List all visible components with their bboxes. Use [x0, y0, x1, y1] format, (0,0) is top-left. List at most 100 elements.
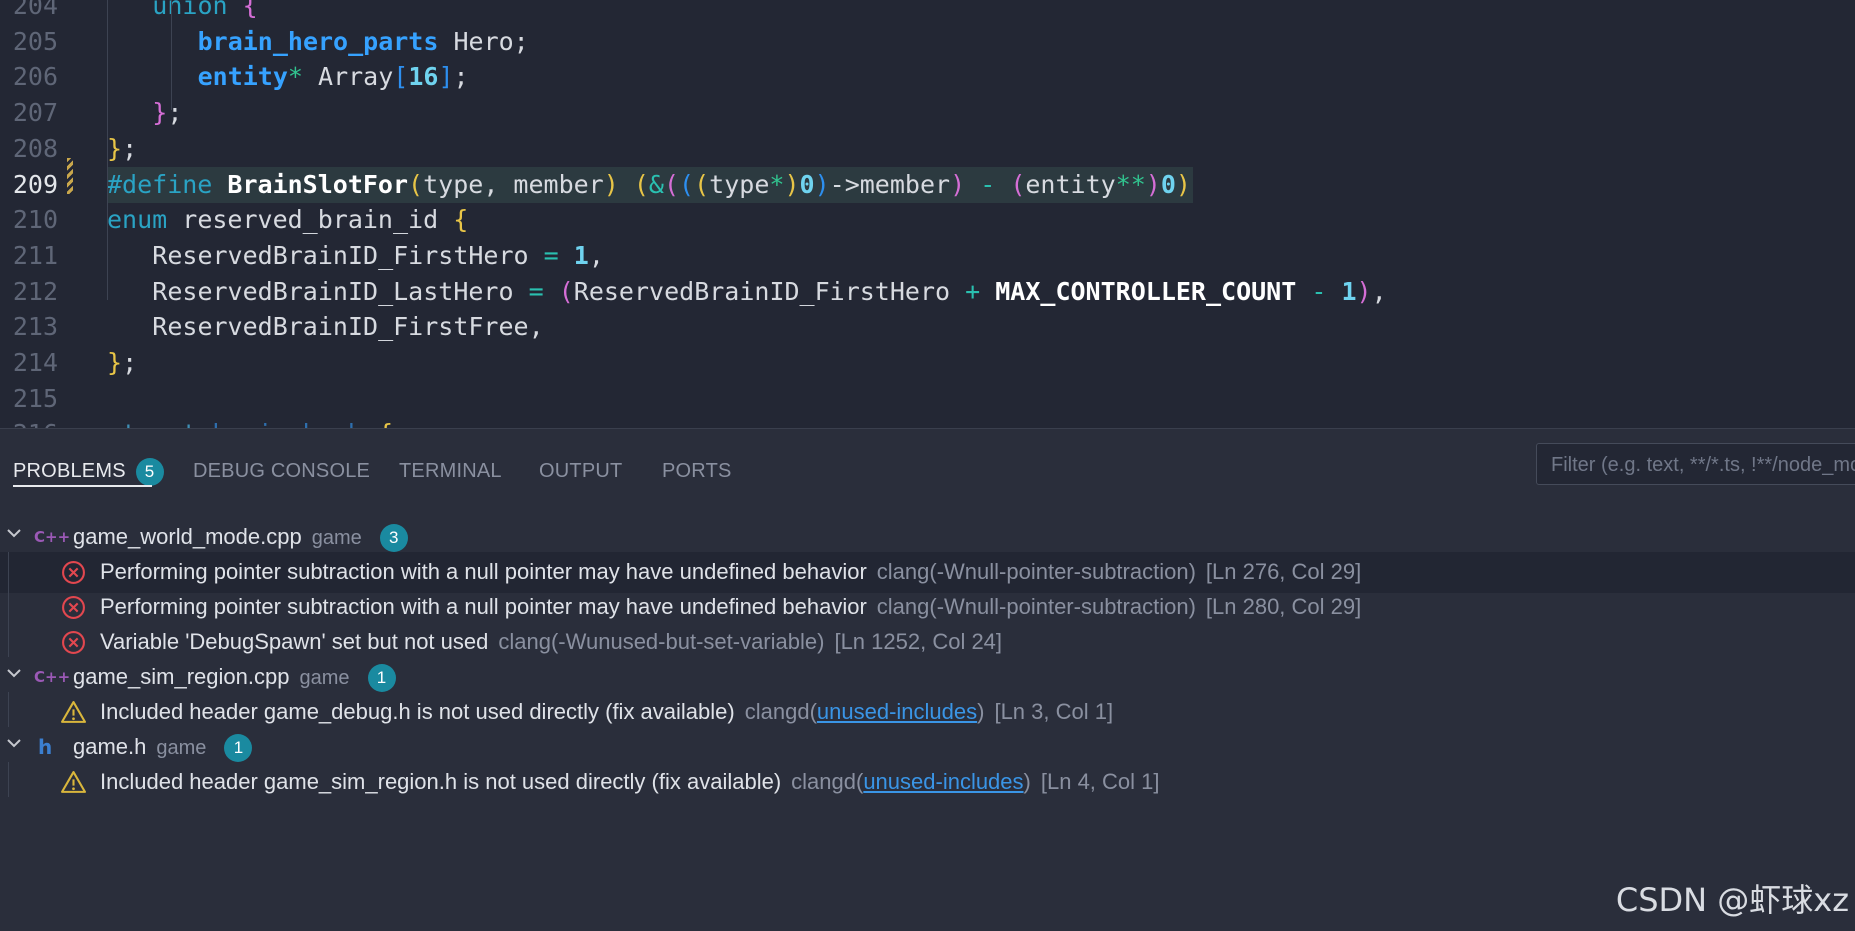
code-token: }	[152, 98, 168, 128]
code-token: union	[152, 0, 228, 20]
line-number: 215	[12, 383, 58, 413]
problem-item[interactable]: Included header game_sim_region.h is not…	[0, 762, 1855, 803]
h-icon: h	[38, 735, 53, 759]
code-token: *	[769, 169, 785, 199]
code-token: {	[242, 0, 258, 20]
line-number: 214	[12, 348, 58, 377]
code-token: }	[107, 133, 123, 163]
code-line-209[interactable]: 209 #define BrainSlotFor(type, member) (&…	[0, 166, 1855, 203]
code-token: &	[648, 169, 664, 199]
code-editor[interactable]: 204 union {205 brain_hero_parts Hero; 206 en…	[0, 0, 1855, 428]
code-token: 1	[1341, 276, 1357, 306]
code-token: *	[287, 62, 303, 92]
code-token: (	[633, 169, 649, 199]
problem-source: clang(-Wunused-but-set-variable)	[498, 629, 825, 654]
file-name: game_sim_region.cpp game 1	[73, 664, 396, 693]
chevron-down-icon[interactable]	[4, 663, 24, 683]
line-number: 212	[12, 276, 58, 306]
line-number: 205	[12, 26, 58, 56]
problem-message: Included header game_sim_region.h is not…	[100, 769, 1160, 795]
problem-source: clang(-Wnull-pointer-subtraction)	[876, 559, 1196, 584]
tree-indent-guide	[8, 762, 9, 797]
code-line-215[interactable]: 215	[0, 381, 1855, 417]
code-line-205[interactable]: 205 brain_hero_parts Hero;	[0, 24, 1855, 60]
code-token: ,	[1371, 276, 1387, 306]
source-prefix: clangd(	[791, 769, 864, 794]
source-suffix: )	[977, 699, 985, 724]
unused-includes-link[interactable]: unused-includes	[863, 769, 1023, 794]
code-token: [	[393, 62, 409, 92]
code-token: entity	[197, 62, 288, 92]
code-token: ReservedBrainID_FirstHero	[152, 240, 544, 270]
code-token: ,	[588, 240, 604, 270]
problem-location: [Ln 3, Col 1]	[994, 699, 1114, 724]
code-token: **	[1115, 169, 1146, 199]
problem-location: [Ln 276, Col 29]	[1205, 559, 1362, 584]
code-text: #define BrainSlotFor(type, member) (&(((…	[107, 166, 1193, 203]
code-token: 1	[573, 240, 589, 270]
tab-ports[interactable]: PORTS	[662, 451, 732, 491]
tab-terminal[interactable]: TERMINAL	[399, 451, 502, 491]
code-token: Array	[302, 62, 394, 92]
chevron-down-icon[interactable]	[4, 733, 24, 753]
tree-indent-guide	[8, 692, 9, 727]
file-name: game_world_mode.cpp game 3	[73, 524, 408, 553]
problems-filter[interactable]	[1536, 443, 1855, 486]
chevron-down-icon[interactable]	[4, 523, 24, 543]
problem-text: Performing pointer subtraction with a nu…	[100, 594, 867, 619]
code-line-216[interactable]: 216 struct brain_hash {	[0, 416, 1855, 428]
problem-text: Performing pointer subtraction with a nu…	[100, 559, 867, 584]
error-icon	[61, 595, 86, 620]
code-token: ->member	[829, 169, 951, 199]
line-number: 216	[0, 416, 58, 428]
warning-icon	[61, 770, 87, 795]
code-token: 0	[799, 169, 815, 199]
code-token: ReservedBrainID_FirstFree,	[152, 312, 544, 342]
tab-output[interactable]: OUTPUT	[539, 451, 622, 491]
line-number: 213	[12, 312, 58, 342]
watermark: CSDN @虾球xz	[1615, 881, 1849, 919]
file-name-text: game.h	[73, 734, 147, 759]
code-text: union {	[152, 0, 257, 24]
problem-text: Included header game_sim_region.h is not…	[100, 769, 782, 794]
code-token: MAX_CONTROLLER_COUNT	[995, 276, 1297, 306]
code-line-211[interactable]: 211 ReservedBrainID_FirstHero = 1,	[0, 238, 1855, 274]
code-line-208[interactable]: 208};	[0, 131, 1855, 167]
code-token: -	[980, 169, 996, 199]
code-line-206[interactable]: 206 entity* Array[16];	[0, 59, 1855, 95]
problem-source: clangd(unused-includes)	[745, 699, 985, 724]
code-line-213[interactable]: 213 ReservedBrainID_FirstFree,	[0, 309, 1855, 345]
source-prefix: clangd(	[744, 699, 817, 724]
error-icon	[61, 630, 86, 655]
code-line-204[interactable]: 204 union {	[0, 0, 1855, 24]
line-number: 206	[12, 62, 58, 92]
problem-message: Included header game_debug.h is not used…	[100, 699, 1113, 725]
code-line-214[interactable]: 214};	[0, 345, 1855, 381]
code-text: ReservedBrainID_FirstHero = 1,	[152, 238, 604, 274]
filter-input[interactable]	[1549, 444, 1855, 486]
code-token: ;	[167, 98, 183, 128]
code-line-212[interactable]: 212 ReservedBrainID_LastHero = (ReservedB…	[0, 274, 1855, 310]
code-line-207[interactable]: 207};	[0, 95, 1855, 131]
code-token: )	[784, 169, 800, 199]
source-suffix: )	[1023, 769, 1031, 794]
code-line-210[interactable]: 210 enum reserved_brain_id {	[0, 202, 1855, 238]
file-folder: game	[156, 737, 207, 759]
code-token: 0	[1160, 169, 1176, 199]
problem-message: Variable 'DebugSpawn' set but not used cl…	[100, 629, 1002, 655]
line-number: 210	[12, 205, 58, 235]
unused-includes-link[interactable]: unused-includes	[817, 699, 977, 724]
code-token: +	[965, 276, 981, 306]
bottom-panel: PROBLEMS 5 DEBUG CONSOLE TERMINAL OUTPUT…	[0, 428, 1855, 931]
line-number: 204	[12, 0, 58, 20]
error-icon	[61, 560, 86, 585]
tab-debug-console[interactable]: DEBUG CONSOLE	[193, 451, 370, 491]
line-number: 208	[12, 133, 58, 163]
code-text: ReservedBrainID_LastHero = (ReservedBrai…	[152, 274, 1386, 310]
problem-message: Performing pointer subtraction with a nu…	[100, 559, 1361, 585]
